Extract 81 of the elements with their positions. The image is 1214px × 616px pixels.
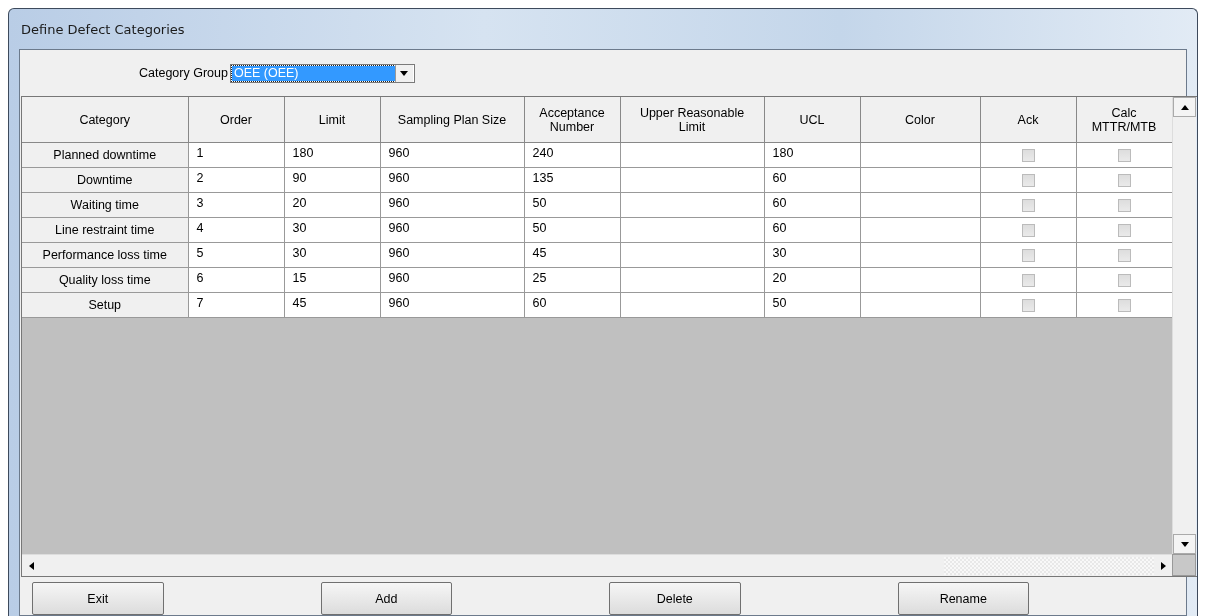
table-cell: 50 (764, 292, 860, 318)
category-group-label: Category Group (139, 66, 228, 80)
checkbox[interactable] (1021, 299, 1035, 313)
column-header: Color (860, 97, 980, 143)
row-header: Downtime (22, 167, 188, 193)
dialog-button[interactable]: Rename (897, 582, 1029, 615)
table-cell: 6 (188, 267, 284, 293)
table-cell: 30 (284, 217, 380, 243)
table-cell: 60 (764, 167, 860, 193)
table-cell: 960 (380, 167, 524, 193)
checkbox[interactable] (1021, 174, 1035, 188)
table-cell: 60 (764, 217, 860, 243)
table-cell: 60 (524, 292, 620, 318)
up-arrow-icon (1180, 104, 1189, 110)
row-header: Waiting time (22, 192, 188, 218)
table-cell: 4 (188, 217, 284, 243)
table-cell: 30 (764, 242, 860, 268)
table-cell: 1 (188, 142, 284, 168)
dialog-button[interactable]: Add (320, 582, 452, 615)
checkbox[interactable] (1021, 274, 1035, 288)
table-cell: 960 (380, 142, 524, 168)
table-cell: 30 (284, 242, 380, 268)
table-cell: 960 (380, 217, 524, 243)
row-header: Line restraint time (22, 217, 188, 243)
checkbox[interactable] (1117, 249, 1131, 263)
table-cell: 45 (284, 292, 380, 318)
window-title: Define Defect Categories (21, 21, 185, 37)
table-cell: 240 (524, 142, 620, 168)
table-cell: 960 (380, 292, 524, 318)
table-cell: 90 (284, 167, 380, 193)
checkbox[interactable] (1117, 299, 1131, 313)
checkbox[interactable] (1021, 199, 1035, 213)
column-header: Order (188, 97, 284, 143)
table-cell: 20 (764, 267, 860, 293)
table-cell: 25 (524, 267, 620, 293)
table-cell: 3 (188, 192, 284, 218)
column-header: Category (22, 97, 188, 143)
row-header: Quality loss time (22, 267, 188, 293)
table-cell: 2 (188, 167, 284, 193)
table-cell: 960 (380, 242, 524, 268)
scrollbar-corner (1172, 554, 1196, 576)
table-cell: 5 (188, 242, 284, 268)
column-header: Acceptance Number (524, 97, 620, 143)
scroll-down-button[interactable] (1173, 534, 1196, 554)
checkbox[interactable] (1117, 149, 1131, 163)
caret-icon (400, 70, 409, 76)
table-cell: 960 (380, 192, 524, 218)
scroll-up-button[interactable] (1173, 97, 1196, 117)
table-cell: 7 (188, 292, 284, 318)
table-cell: 135 (524, 167, 620, 193)
column-header: Sampling Plan Size (380, 97, 524, 143)
column-header: UCL (764, 97, 860, 143)
table-cell: 50 (524, 192, 620, 218)
left-arrow-icon (28, 561, 34, 570)
table-cell: 50 (524, 217, 620, 243)
checkbox[interactable] (1021, 149, 1035, 163)
checkbox[interactable] (1117, 224, 1131, 238)
table-cell: 180 (284, 142, 380, 168)
checkbox[interactable] (1117, 274, 1131, 288)
table-cell: 960 (380, 267, 524, 293)
scrollbar-thumb[interactable] (944, 556, 1154, 575)
table-cell: 60 (764, 192, 860, 218)
checkbox[interactable] (1021, 224, 1035, 238)
down-arrow-icon (1180, 541, 1189, 547)
dialog-button[interactable]: Exit (32, 582, 164, 615)
dialog-button[interactable]: Delete (609, 582, 741, 615)
column-header: Upper Reasonable Limit (620, 97, 764, 143)
right-arrow-icon (1160, 561, 1166, 570)
checkbox[interactable] (1117, 174, 1131, 188)
table-cell: 180 (764, 142, 860, 168)
table-cell: 20 (284, 192, 380, 218)
checkbox[interactable] (1117, 199, 1131, 213)
column-header: Calc MTTR/MTB (1076, 97, 1172, 143)
row-header: Setup (22, 292, 188, 318)
column-header: Ack (980, 97, 1076, 143)
column-header: Limit (284, 97, 380, 143)
checkbox[interactable] (1021, 249, 1035, 263)
table-cell: 15 (284, 267, 380, 293)
table-cell: 45 (524, 242, 620, 268)
row-header: Planned downtime (22, 142, 188, 168)
row-header: Performance loss time (22, 242, 188, 268)
